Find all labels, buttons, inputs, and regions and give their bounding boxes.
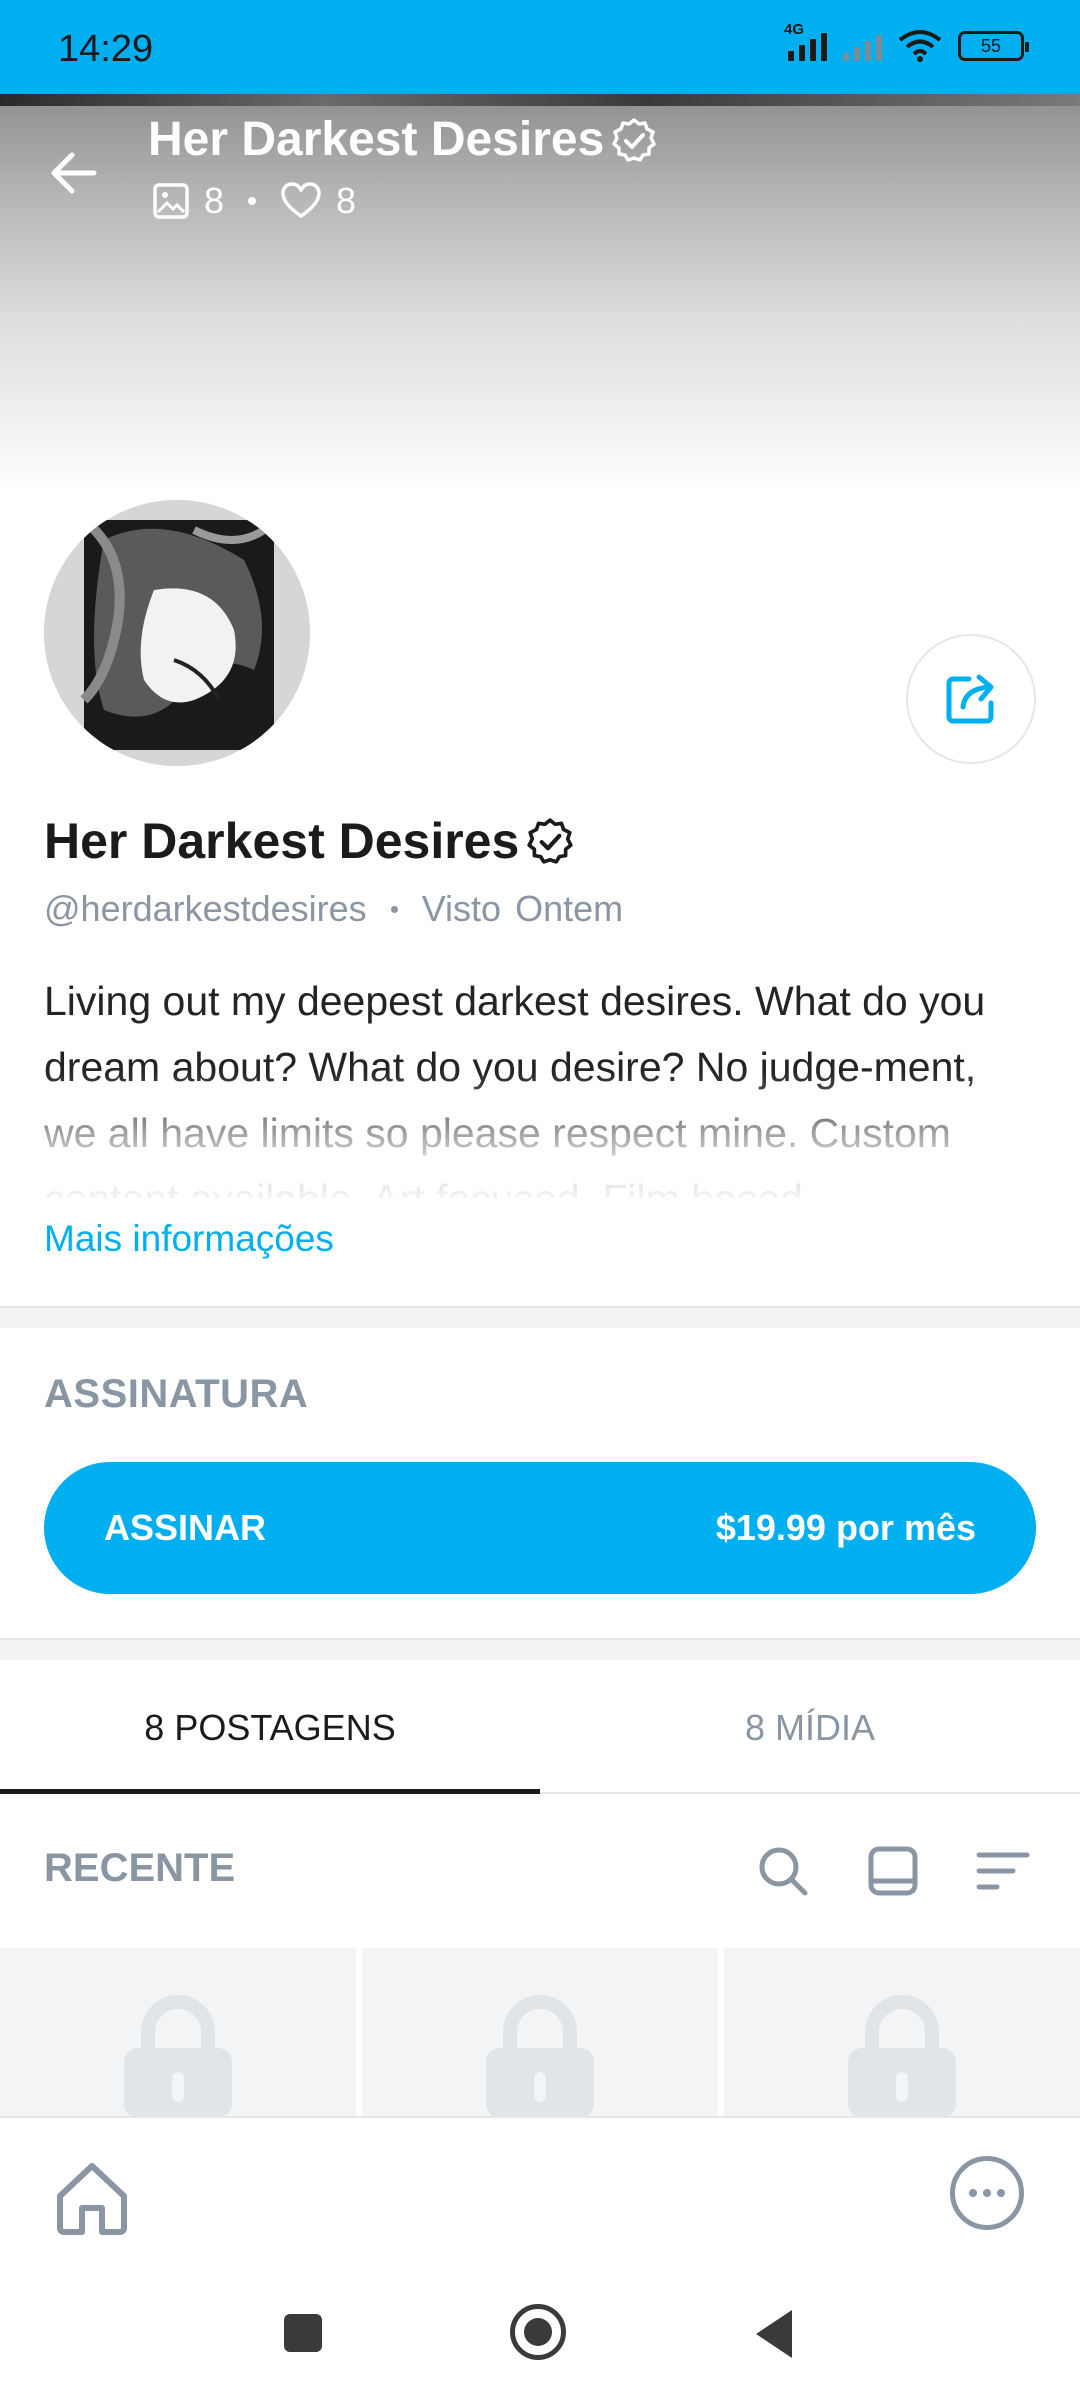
cell-signal-secondary-icon — [843, 31, 882, 61]
status-icons: 4G 55 — [784, 21, 1029, 62]
share-icon — [946, 674, 994, 724]
profile-name: Her Darkest Desires — [44, 812, 575, 870]
handle-separator — [390, 905, 398, 913]
section-divider — [0, 1306, 1080, 1328]
battery-level: 55 — [980, 35, 1002, 56]
more-icon — [969, 2189, 977, 2197]
lock-icon — [124, 1995, 232, 2118]
handle-row: @herdarkestdesires Visto Ontem — [44, 888, 623, 930]
tab-media-label: 8 MÍDIA — [744, 1707, 876, 1748]
back-button[interactable] — [40, 140, 106, 206]
posts-grid — [0, 1948, 1080, 2118]
bottom-nav — [0, 2116, 1080, 2276]
profile-handle: @herdarkestdesires — [44, 888, 367, 929]
layout-icon — [868, 1846, 918, 1896]
header-title-text: Her Darkest Desires — [148, 113, 605, 166]
last-seen-value: Ontem — [515, 888, 624, 929]
last-seen-label: Visto — [421, 888, 502, 929]
avatar[interactable] — [44, 500, 310, 766]
sort-icon — [976, 1852, 1030, 1890]
battery-icon: 55 — [958, 31, 1029, 61]
verified-badge-icon — [527, 818, 573, 864]
tab-media[interactable]: 8 MÍDIA — [540, 1664, 1080, 1792]
subscribe-button-label: ASSINAR — [104, 1507, 267, 1548]
more-info-link[interactable]: Mais informações — [44, 1218, 334, 1260]
profile-bio: Living out my deepest darkest desires. W… — [44, 978, 986, 1198]
avatar-image — [44, 500, 310, 766]
tab-posts[interactable]: 8 POSTAGENS — [0, 1664, 540, 1794]
wifi-icon — [898, 30, 942, 62]
stats-separator — [248, 197, 257, 205]
heart-icon — [281, 182, 321, 218]
profile-tabs: 8 POSTAGENS 8 MÍDIA — [0, 1664, 1080, 1794]
status-bar: 14:29 4G 55 — [0, 0, 1080, 94]
recents-button[interactable] — [284, 2314, 322, 2352]
more-button[interactable] — [950, 2156, 1024, 2230]
layout-button[interactable] — [862, 1840, 924, 1902]
section-divider — [0, 1638, 1080, 1660]
lock-icon — [486, 1995, 594, 2118]
tab-posts-label: 8 POSTAGENS — [144, 1707, 396, 1748]
system-home-button[interactable] — [510, 2304, 566, 2360]
locked-post[interactable] — [362, 1948, 718, 2118]
sort-label[interactable]: RECENTE — [44, 1846, 235, 1891]
banner-image-edge — [0, 94, 1080, 106]
search-icon — [759, 1847, 808, 1896]
system-back-button[interactable] — [756, 2310, 792, 2358]
subscribe-price: $19.99 por mês — [715, 1507, 976, 1548]
media-count: 8 — [204, 180, 225, 221]
status-time: 14:29 — [58, 28, 154, 70]
feed-toolbar: RECENTE — [0, 1796, 1080, 1946]
profile-name-text: Her Darkest Desires — [44, 813, 520, 869]
locked-post[interactable] — [0, 1948, 356, 2118]
likes-count: 8 — [336, 180, 357, 221]
locked-post[interactable] — [724, 1948, 1080, 2118]
subscribe-button[interactable]: ASSINAR $19.99 por mês — [44, 1462, 1036, 1594]
verified-badge-icon — [612, 117, 657, 162]
subscription-label: ASSINATURA — [44, 1372, 309, 1416]
home-button[interactable] — [52, 2158, 132, 2238]
cell-signal-icon: 4G — [784, 21, 827, 61]
share-button[interactable] — [906, 634, 1036, 764]
arrow-left-icon — [51, 152, 97, 194]
header-title: Her Darkest Desires — [148, 112, 658, 167]
lock-icon — [848, 1995, 956, 2118]
sort-button[interactable] — [972, 1840, 1034, 1902]
search-button[interactable] — [752, 1840, 814, 1902]
header-stats: 8 8 — [152, 180, 356, 222]
system-navigation — [0, 2276, 1080, 2400]
home-icon — [57, 2163, 127, 2235]
image-icon — [153, 183, 189, 219]
